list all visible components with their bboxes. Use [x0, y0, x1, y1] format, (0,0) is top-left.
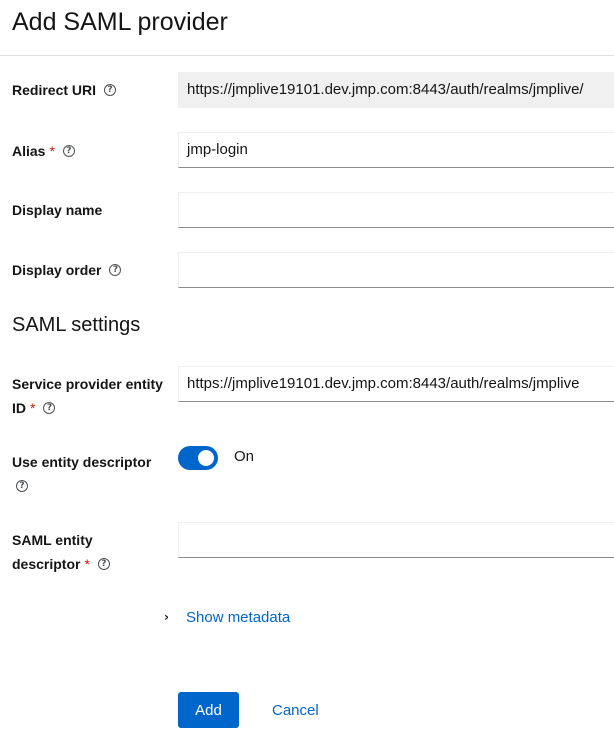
display-name-input[interactable]: [178, 192, 614, 228]
show-metadata-toggle[interactable]: › Show metadata: [164, 606, 290, 628]
entity-descriptor-label: SAML entity descriptor *?: [12, 528, 110, 576]
page-title: Add SAML provider: [12, 8, 228, 36]
display-order-label: Display order?: [12, 258, 122, 282]
redirect-uri-label-text: Redirect URI: [12, 82, 97, 98]
use-entity-descriptor-toggle[interactable]: [178, 446, 218, 470]
help-icon[interactable]: ?: [16, 480, 28, 493]
toggle-knob: [198, 450, 214, 466]
sp-entity-id-label-line1: Service provider entity: [12, 376, 163, 392]
use-entity-descriptor-label-text: Use entity descriptor: [12, 454, 152, 470]
sp-entity-id-label-line2: ID: [12, 400, 26, 416]
entity-descriptor-input[interactable]: [178, 522, 614, 558]
help-icon[interactable]: ?: [43, 402, 56, 415]
chevron-right-icon: ›: [164, 610, 169, 624]
page-header: Add SAML provider: [0, 0, 614, 56]
required-indicator: *: [84, 556, 90, 572]
cancel-button[interactable]: Cancel: [262, 692, 329, 728]
entity-descriptor-label-line2: descriptor: [12, 556, 81, 572]
required-indicator: *: [49, 143, 55, 159]
help-icon[interactable]: ?: [109, 264, 122, 277]
add-button[interactable]: Add: [178, 692, 239, 728]
alias-input[interactable]: jmp-login: [178, 132, 614, 168]
show-metadata-label: Show metadata: [186, 608, 291, 626]
entity-descriptor-label-line1: SAML entity: [12, 532, 93, 548]
use-entity-descriptor-label: Use entity descriptor ?: [12, 450, 151, 498]
toggle-state-label: On: [234, 448, 255, 465]
sp-entity-id-label: Service provider entity ID *?: [12, 372, 163, 420]
alias-label-text: Alias: [12, 143, 46, 159]
redirect-uri-field[interactable]: https://jmplive19101.dev.jmp.com:8443/au…: [178, 72, 614, 108]
alias-label: Alias *?: [12, 139, 75, 163]
display-order-label-text: Display order: [12, 262, 102, 278]
required-indicator: *: [30, 400, 36, 416]
help-icon[interactable]: ?: [97, 558, 110, 571]
redirect-uri-label: Redirect URI?: [12, 78, 117, 102]
saml-settings-heading: SAML settings: [12, 314, 141, 336]
sp-entity-id-input[interactable]: https://jmplive19101.dev.jmp.com:8443/au…: [178, 366, 614, 402]
display-name-label: Display name: [12, 198, 102, 222]
help-icon[interactable]: ?: [104, 84, 117, 97]
help-icon[interactable]: ?: [62, 145, 75, 158]
display-name-label-text: Display name: [12, 202, 103, 218]
display-order-input[interactable]: [178, 252, 614, 288]
